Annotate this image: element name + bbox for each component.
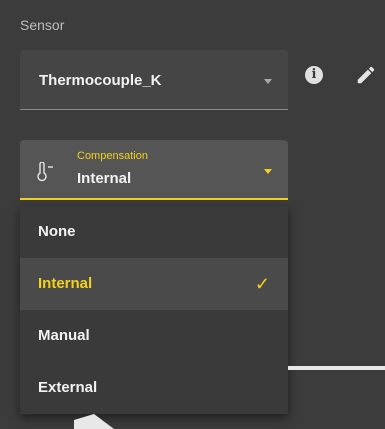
menu-item-manual[interactable]: Manual xyxy=(20,310,288,362)
background-divider xyxy=(288,366,385,370)
menu-item-internal[interactable]: Internal ✓ xyxy=(20,258,288,310)
background-shape xyxy=(74,414,114,429)
menu-item-label: External xyxy=(38,379,98,396)
menu-item-none[interactable]: None xyxy=(20,206,288,258)
check-icon: ✓ xyxy=(254,274,270,294)
chevron-down-icon xyxy=(264,79,272,84)
compensation-select[interactable]: Compensation Internal xyxy=(20,140,288,200)
sensor-section-label: Sensor xyxy=(20,17,65,33)
compensation-label: Compensation xyxy=(77,150,148,162)
compensation-dropdown-menu: None Internal ✓ Manual External xyxy=(20,206,288,414)
info-icon[interactable]: i xyxy=(305,66,323,84)
menu-item-external[interactable]: External xyxy=(20,362,288,414)
sensor-select-value: Thermocouple_K xyxy=(39,72,162,89)
menu-item-label: Manual xyxy=(38,327,90,344)
compensation-value: Internal xyxy=(77,170,132,187)
menu-item-label: Internal xyxy=(38,275,93,292)
edit-icon[interactable] xyxy=(355,64,377,86)
thermometer-icon xyxy=(37,162,53,182)
menu-item-label: None xyxy=(38,223,76,240)
sensor-select[interactable]: Thermocouple_K xyxy=(20,50,288,110)
chevron-down-icon xyxy=(264,169,272,174)
